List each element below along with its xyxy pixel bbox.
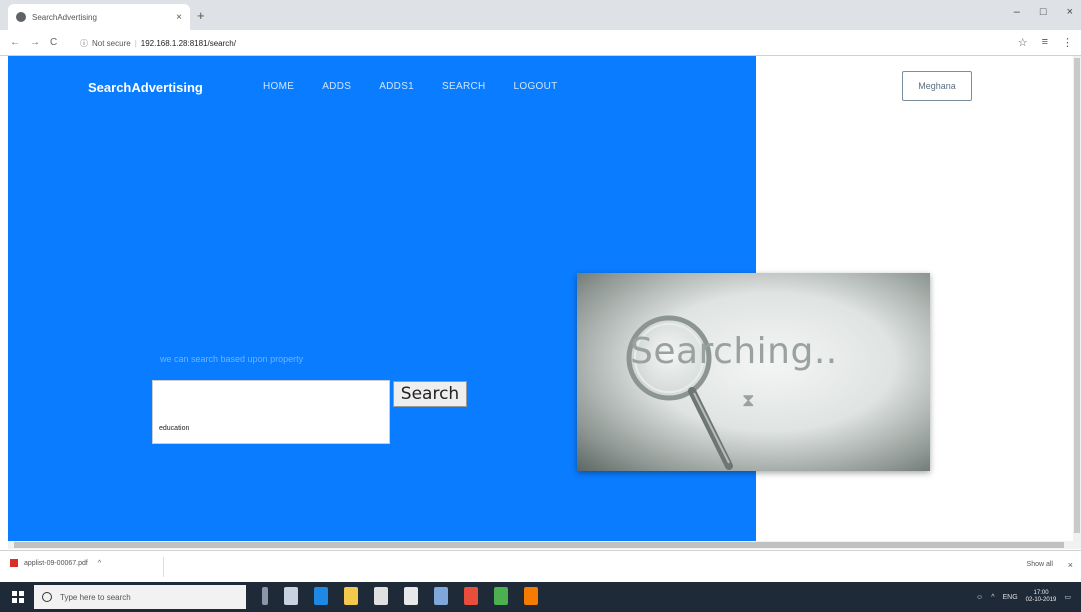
searching-image: Searching.. ⧗ — [577, 273, 930, 471]
notification-icon[interactable]: ▭ — [1064, 593, 1071, 601]
main-nav: HOME ADDS ADDS1 SEARCH LOGOUT — [263, 81, 586, 92]
reload-button[interactable]: C — [50, 37, 57, 48]
chevron-up-icon[interactable]: ^ — [98, 560, 101, 567]
close-window-button[interactable]: × — [1067, 6, 1073, 18]
clock[interactable]: 17:00 02-10-2019 — [1026, 590, 1057, 604]
edge-icon[interactable] — [314, 587, 328, 605]
window-controls: – □ × — [1014, 6, 1073, 18]
clock-time: 17:00 — [1033, 590, 1049, 596]
vlc-icon[interactable] — [524, 587, 538, 605]
taskbar-apps — [262, 587, 538, 605]
tab-close-icon[interactable]: × — [176, 12, 182, 23]
security-label: Not secure — [92, 38, 131, 48]
info-icon[interactable]: ⓘ — [80, 38, 88, 49]
mic-icon[interactable] — [262, 587, 268, 605]
pdf-icon — [10, 559, 18, 567]
search-caption: we can search based upon property — [160, 354, 304, 364]
url-text: 192.168.1.28:8181/search/ — [140, 38, 236, 48]
address-bar[interactable]: ⓘ Not secure | 192.168.1.28:8181/search/ — [80, 34, 980, 52]
people-icon[interactable]: ☺ — [976, 594, 983, 601]
taskbar-search-placeholder: Type here to search — [60, 592, 131, 602]
search-input[interactable]: education — [152, 380, 390, 444]
globe-icon — [16, 12, 26, 22]
toolbar-actions: ☆ ≡ ⋮ — [1018, 36, 1073, 49]
maximize-button[interactable]: □ — [1040, 6, 1047, 18]
forward-button[interactable]: → — [30, 37, 40, 48]
page-viewport: SearchAdvertising HOME ADDS ADDS1 SEARCH… — [0, 56, 1081, 550]
system-tray: ☺ ^ ENG 17:00 02-10-2019 ▭ — [976, 590, 1071, 604]
magnifier-icon — [626, 315, 733, 470]
app-icon[interactable] — [494, 587, 508, 605]
windows-start-icon[interactable] — [12, 591, 24, 603]
horizontal-scrollbar[interactable] — [8, 541, 1081, 549]
browser-tab[interactable]: SearchAdvertising × — [8, 4, 190, 30]
nav-home[interactable]: HOME — [263, 81, 294, 92]
minimize-button[interactable]: – — [1014, 6, 1020, 18]
omnibox-separator: | — [134, 38, 137, 48]
extension-icon[interactable]: ≡ — [1042, 36, 1048, 49]
search-button[interactable]: Search — [393, 381, 467, 407]
taskbar-search[interactable]: Type here to search — [34, 585, 246, 609]
task-view-icon[interactable] — [284, 587, 298, 605]
scroll-thumb[interactable] — [14, 542, 1064, 548]
new-tab-button[interactable]: + — [197, 8, 205, 23]
show-all-button[interactable]: Show all — [1027, 561, 1053, 568]
browser-toolbar: ← → C ⓘ Not secure | 192.168.1.28:8181/s… — [0, 30, 1081, 56]
clock-date: 02-10-2019 — [1025, 597, 1057, 603]
brand-logo[interactable]: SearchAdvertising — [88, 80, 203, 95]
menu-icon[interactable]: ⋮ — [1062, 36, 1073, 49]
user-button[interactable]: Meghana — [902, 71, 972, 101]
scroll-thumb[interactable] — [1074, 58, 1080, 533]
language-indicator[interactable]: ENG — [1003, 594, 1018, 601]
nav-logout[interactable]: LOGOUT — [514, 81, 558, 92]
windows-taskbar: Type here to search ☺ ^ ENG 17:00 02-10-… — [0, 582, 1081, 612]
back-button[interactable]: ← — [10, 37, 20, 48]
tray-chevron-icon[interactable]: ^ — [991, 594, 994, 601]
hourglass-icon: ⧗ — [742, 390, 755, 410]
browser-tab-strip: SearchAdvertising × + – □ × — [0, 0, 1081, 30]
close-icon[interactable]: × — [1068, 560, 1073, 570]
download-item[interactable]: applist-09-00067.pdf ^ — [10, 559, 101, 567]
divider — [163, 557, 164, 577]
nav-adds1[interactable]: ADDS1 — [379, 81, 414, 92]
vertical-scrollbar[interactable] — [1073, 56, 1081, 541]
mail-icon[interactable] — [404, 587, 418, 605]
nav-adds[interactable]: ADDS — [322, 81, 351, 92]
file-explorer-icon[interactable] — [344, 587, 358, 605]
promo-text: Searching.. — [630, 331, 838, 372]
store-icon[interactable] — [374, 587, 388, 605]
cortana-icon — [42, 592, 52, 602]
app-icon[interactable] — [434, 587, 448, 605]
bookmark-star-icon[interactable]: ☆ — [1018, 36, 1028, 49]
download-filename: applist-09-00067.pdf — [24, 559, 88, 567]
chrome-icon[interactable] — [464, 587, 478, 605]
tab-title: SearchAdvertising — [32, 12, 97, 22]
nav-search[interactable]: SEARCH — [442, 81, 485, 92]
downloads-bar: applist-09-00067.pdf ^ Show all × — [0, 550, 1081, 582]
